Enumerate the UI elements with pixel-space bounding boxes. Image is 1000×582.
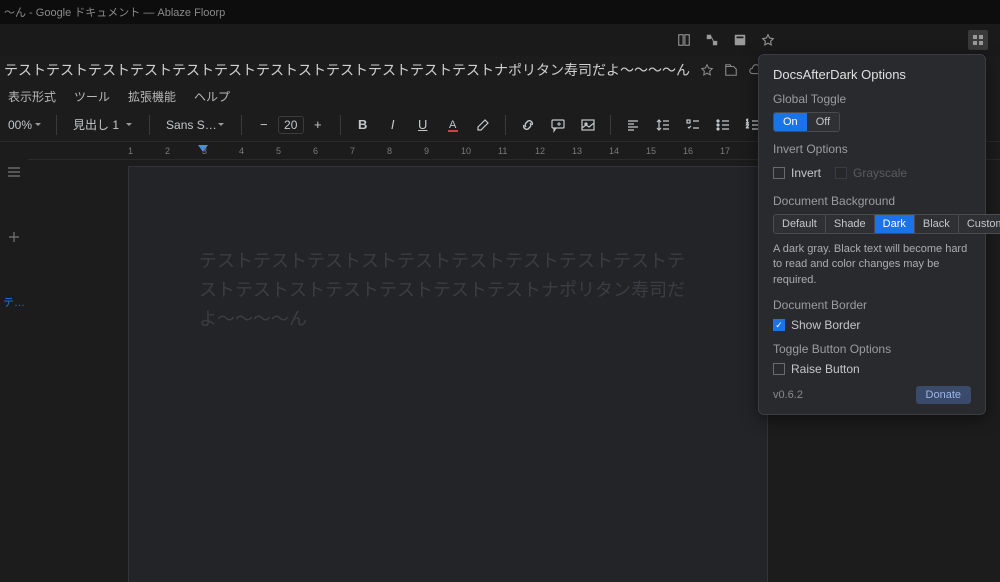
bg-default-button[interactable]: Default [774,215,826,233]
separator [241,115,242,135]
bulleted-list-button[interactable] [711,113,735,137]
background-description: A dark gray. Black text will become hard… [773,242,971,288]
ruler-mark: 9 [424,146,429,156]
show-border-label: Show Border [791,318,860,332]
outline-toggle-icon[interactable] [6,164,22,180]
align-button[interactable] [621,113,645,137]
background-option-group: Default Shade Dark Black Custom [773,214,1000,234]
document-background-label: Document Background [773,194,971,208]
ruler-mark: 17 [720,146,730,156]
left-gutter: テ… [0,142,28,582]
reader-mode-icon[interactable] [676,32,692,48]
raise-button-label: Raise Button [791,362,860,376]
menu-tools[interactable]: ツール [74,88,110,105]
document-page[interactable]: テストテストテストストテストテストテストテストテストテストテストストテストテスト… [128,166,768,582]
ruler-mark: 13 [572,146,582,156]
ruler-mark: 15 [646,146,656,156]
paragraph-style-selector[interactable]: 見出し 1 [67,114,139,135]
translate-icon[interactable] [704,32,720,48]
zoom-selector[interactable]: 00% [4,116,46,134]
invert-options-label: Invert Options [773,142,971,156]
raise-button-checkbox[interactable] [773,363,785,375]
svg-text:2: 2 [746,124,749,130]
global-toggle-group: On Off [773,112,840,132]
bold-button[interactable]: B [351,113,375,137]
extension-docsafterdark-icon[interactable] [732,32,748,48]
separator [610,115,611,135]
menu-format[interactable]: 表示形式 [8,88,56,105]
ruler-mark: 16 [683,146,693,156]
grayscale-checkbox-label: Grayscale [853,166,907,180]
separator [56,115,57,135]
document-title[interactable]: テストテストテストテストテストテストテストストテストテストテストテストナポリタン… [4,60,690,80]
toggle-off-button[interactable]: Off [807,113,839,131]
browser-menu-icon[interactable] [968,30,988,50]
invert-checkbox[interactable] [773,167,785,179]
insert-link-button[interactable] [516,113,540,137]
ruler-mark: 5 [276,146,281,156]
star-icon[interactable] [700,63,714,77]
toggle-button-options-label: Toggle Button Options [773,342,971,356]
insert-comment-button[interactable] [546,113,570,137]
ruler-mark: 10 [461,146,471,156]
font-size-input[interactable]: 20 [278,116,304,134]
bg-dark-button[interactable]: Dark [875,215,915,233]
url-bar [0,24,1000,56]
ruler-mark: 12 [535,146,545,156]
ruler-mark: 8 [387,146,392,156]
ruler-mark: 1 [128,146,133,156]
checklist-button[interactable] [681,113,705,137]
extension-popup: DocsAfterDark Options Global Toggle On O… [758,54,986,415]
ruler-mark: 2 [165,146,170,156]
show-border-checkbox[interactable]: ✓ [773,319,785,331]
font-size-group: − 20 + [252,113,330,137]
menu-help[interactable]: ヘルプ [194,88,230,105]
ruler-mark: 14 [609,146,619,156]
document-border-label: Document Border [773,298,971,312]
text-color-button[interactable]: A [441,113,465,137]
decrease-font-size-button[interactable]: − [252,113,276,137]
version-text: v0.6.2 [773,389,803,401]
menu-extensions[interactable]: 拡張機能 [128,88,176,105]
separator [505,115,506,135]
insert-image-button[interactable] [576,113,600,137]
bg-shade-button[interactable]: Shade [826,215,875,233]
extension-title: DocsAfterDark Options [773,67,971,82]
ruler-mark: 7 [350,146,355,156]
bg-black-button[interactable]: Black [915,215,959,233]
ruler-mark: 6 [313,146,318,156]
highlight-color-button[interactable] [471,113,495,137]
ruler-mark: 3 [202,146,207,156]
add-outline-icon[interactable] [7,230,21,244]
browser-tab-bar: 〜ん - Google ドキュメント — Ablaze Floorp [0,0,1000,24]
move-icon[interactable] [724,63,738,77]
bg-custom-button[interactable]: Custom [959,215,1000,233]
invert-checkbox-label: Invert [791,166,821,180]
bookmark-star-icon[interactable] [760,32,776,48]
underline-button[interactable]: U [411,113,435,137]
tab-title: 〜ん - Google ドキュメント — Ablaze Floorp [4,4,225,20]
ruler-mark: 4 [239,146,244,156]
increase-font-size-button[interactable]: + [306,113,330,137]
toggle-on-button[interactable]: On [774,113,807,131]
ruler-mark: 11 [498,146,507,156]
line-spacing-button[interactable] [651,113,675,137]
global-toggle-label: Global Toggle [773,92,971,106]
grayscale-checkbox [835,167,847,179]
separator [149,115,150,135]
separator [340,115,341,135]
font-selector[interactable]: Sans S… [160,116,231,134]
outline-item[interactable]: テ… [3,294,25,310]
italic-button[interactable]: I [381,113,405,137]
donate-button[interactable]: Donate [916,386,971,404]
svg-text:A: A [449,119,457,131]
document-body-text[interactable]: テストテストテストストテストテストテストテストテストテストテストストテストテスト… [199,247,697,333]
